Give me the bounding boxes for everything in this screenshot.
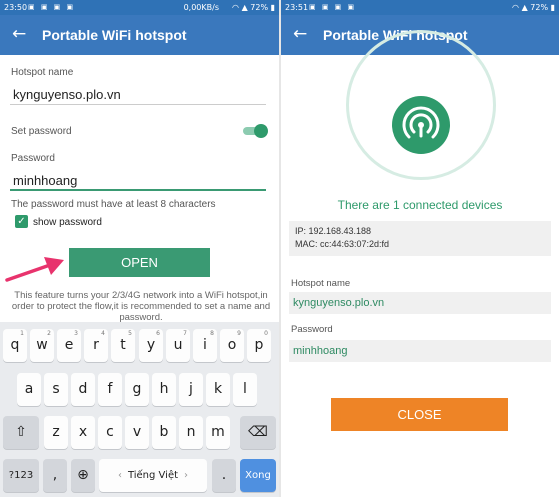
key-t[interactable]: t5: [111, 329, 135, 362]
status-right: ◠ ▲ 72% ▮: [232, 3, 275, 12]
signal-icon: ▲: [521, 3, 528, 12]
status-right: ◠ ▲ 72% ▮: [512, 3, 555, 12]
hotspot-name-label: Hotspot name: [291, 278, 351, 289]
key-w[interactable]: w2: [30, 329, 54, 362]
show-password-label: show password: [33, 217, 102, 228]
back-arrow-icon[interactable]: ←: [12, 24, 26, 44]
key-o[interactable]: o9: [220, 329, 244, 362]
left-screen: 23:50 ▣ ▣ ▣ ▣ 0,00KB/s ◠ ▲ 72% ▮ ← Porta…: [0, 0, 279, 497]
key-c[interactable]: c: [98, 416, 122, 449]
done-key[interactable]: Xong: [240, 459, 276, 492]
notification-icons: ▣ ▣ ▣ ▣: [309, 3, 357, 11]
password-label: Password: [291, 324, 333, 335]
battery-percent: 72%: [250, 3, 269, 12]
show-password-checkbox[interactable]: ✓: [15, 215, 28, 228]
device-info-box: IP: 192.168.43.188 MAC: cc:44:63:07:2d:f…: [289, 221, 551, 256]
key-p[interactable]: p0: [247, 329, 271, 362]
key-m[interactable]: m: [206, 416, 230, 449]
globe-icon[interactable]: ⊕: [71, 459, 95, 492]
wifi-hotspot-icon: [402, 106, 440, 139]
key-j[interactable]: j: [179, 373, 203, 406]
key-v[interactable]: v: [125, 416, 149, 449]
close-button[interactable]: CLOSE: [331, 398, 508, 431]
status-bar: 23:51 ▣ ▣ ▣ ▣ ◠ ▲ 72% ▮: [281, 0, 559, 15]
hotspot-name-input[interactable]: kynguyenso.plo.vn: [13, 87, 121, 102]
space-left-icon: ‹: [117, 470, 122, 481]
signal-icon: ▲: [241, 3, 248, 12]
space-right-icon: ›: [184, 470, 189, 481]
key-s[interactable]: s: [44, 373, 68, 406]
status-time: 23:51: [285, 3, 309, 12]
key-y[interactable]: y6: [139, 329, 163, 362]
hotspot-name-label: Hotspot name: [11, 67, 74, 78]
key-g[interactable]: g: [125, 373, 149, 406]
hotspot-name-underline: [10, 104, 266, 105]
key-x[interactable]: x: [71, 416, 95, 449]
network-speed: 0,00KB/s: [183, 3, 219, 12]
keyboard: q1 w2 e3 r4 t5 y6 u7 i8 o9 p0 a s d f g …: [0, 322, 279, 497]
key-n[interactable]: n: [179, 416, 203, 449]
set-password-label: Set password: [11, 126, 72, 137]
comma-key[interactable]: ,: [43, 459, 67, 492]
key-l[interactable]: l: [233, 373, 257, 406]
hotspot-status-circle: [392, 96, 450, 154]
key-a[interactable]: a: [17, 373, 41, 406]
wifi-icon: ◠: [232, 3, 240, 12]
app-bar: ← Portable WiFi hotspot: [0, 15, 279, 55]
connected-devices-text: There are 1 connected devices: [337, 198, 503, 212]
battery-icon: ▮: [550, 3, 555, 12]
password-hint: The password must have at least 8 charac…: [11, 199, 216, 210]
space-language-label: Tiếng Việt: [127, 470, 179, 481]
period-key[interactable]: .: [212, 459, 236, 492]
key-b[interactable]: b: [152, 416, 176, 449]
right-screen: 23:51 ▣ ▣ ▣ ▣ ◠ ▲ 72% ▮ ← Portable WiFi …: [281, 0, 559, 497]
battery-icon: ▮: [270, 3, 275, 12]
password-underline: [10, 189, 266, 191]
status-bar: 23:50 ▣ ▣ ▣ ▣ 0,00KB/s ◠ ▲ 72% ▮: [0, 0, 279, 15]
hotspot-name-value: kynguyenso.plo.vn: [289, 292, 551, 314]
key-k[interactable]: k: [206, 373, 230, 406]
space-key[interactable]: ‹ Tiếng Việt ›: [99, 459, 207, 492]
key-i[interactable]: i8: [193, 329, 217, 362]
symbols-key[interactable]: ?123: [3, 459, 39, 492]
key-f[interactable]: f: [98, 373, 122, 406]
key-q[interactable]: q1: [3, 329, 27, 362]
backspace-key[interactable]: ⌫: [240, 416, 276, 449]
key-h[interactable]: h: [152, 373, 176, 406]
feature-description: This feature turns your 2/3/4G network i…: [11, 290, 271, 323]
password-label: Password: [11, 153, 55, 164]
key-e[interactable]: e3: [57, 329, 81, 362]
set-password-toggle[interactable]: [243, 124, 268, 138]
key-r[interactable]: r4: [84, 329, 108, 362]
key-u[interactable]: u7: [166, 329, 190, 362]
status-time: 23:50: [4, 3, 28, 12]
page-title: Portable WiFi hotspot: [42, 27, 187, 43]
open-button[interactable]: OPEN: [69, 248, 210, 277]
shift-key[interactable]: ⇧: [3, 416, 39, 449]
device-mac: MAC: cc:44:63:07:2d:fd: [295, 239, 390, 249]
device-ip: IP: 192.168.43.188: [295, 226, 372, 236]
pointer-arrow-icon: [5, 257, 64, 282]
battery-percent: 72%: [530, 3, 549, 12]
password-value: minhhoang: [289, 340, 551, 362]
key-d[interactable]: d: [71, 373, 95, 406]
notification-icons: ▣ ▣ ▣ ▣: [28, 3, 76, 11]
back-arrow-icon[interactable]: ←: [293, 24, 307, 44]
key-z[interactable]: z: [44, 416, 68, 449]
password-input[interactable]: minhhoang: [13, 173, 77, 188]
toggle-knob: [254, 124, 268, 138]
wifi-icon: ◠: [512, 3, 520, 12]
